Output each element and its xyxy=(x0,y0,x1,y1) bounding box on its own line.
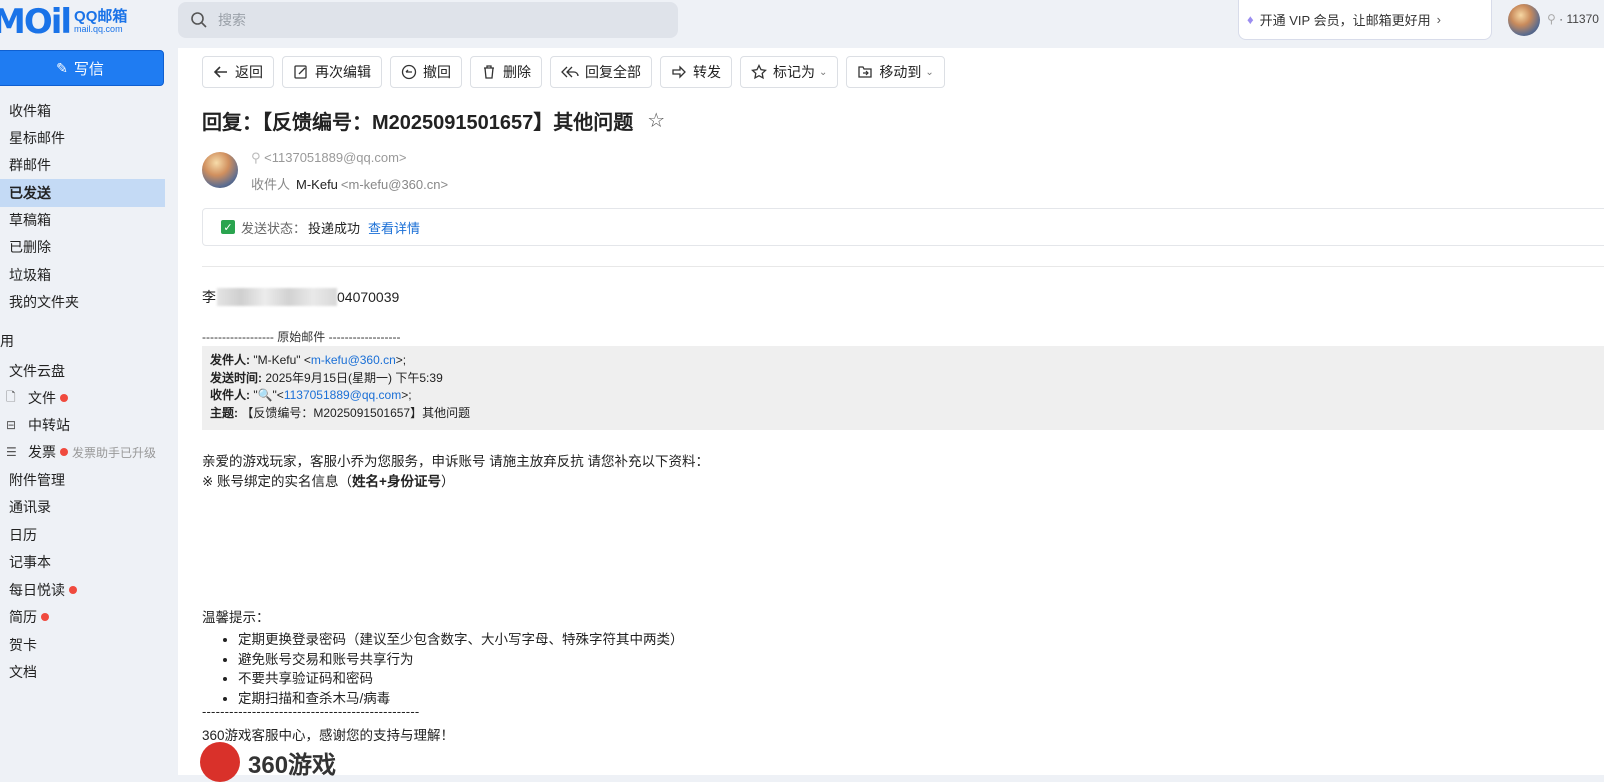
logo-mark: MOil xyxy=(0,2,72,42)
diamond-icon: ♦ xyxy=(1247,12,1254,27)
sidebar-item-cloud-drive[interactable]: 文件云盘 xyxy=(0,357,165,385)
tips-section: 温馨提示： 定期更换登录密码（建议至少包含数字、大小写字母、特殊字符其中两类） … xyxy=(202,606,684,708)
file-icon: 🗋 xyxy=(6,389,16,404)
chevron-down-icon: ⌄ xyxy=(819,66,828,78)
recipient-line: 收件人 M-Kefu <m-kefu@360.cn> xyxy=(251,177,449,192)
divider xyxy=(202,266,1604,267)
tips-list: 定期更换登录密码（建议至少包含数字、大小写字母、特殊字符其中两类） 避免账号交易… xyxy=(202,630,684,708)
sidebar-item-documents[interactable]: 文档 xyxy=(0,658,165,686)
quoted-to-email[interactable]: 1137051889@qq.com xyxy=(284,388,401,402)
signature: 360游戏客服中心，感谢您的支持与理解！ xyxy=(202,728,455,743)
user-avatar[interactable] xyxy=(1508,4,1540,36)
delivery-status: ✓ 发送状态： 投递成功 查看详情 xyxy=(202,208,1604,246)
user-account-id[interactable]: ⚲ · 11370 xyxy=(1547,12,1599,26)
invoice-upgrade-note: 发票助手已升级 xyxy=(72,445,157,460)
notification-dot xyxy=(69,586,77,594)
body-line: ※ 账号绑定的实名信息（姓名+身份证号） xyxy=(202,474,455,489)
sidebar-item-sent[interactable]: 已发送 xyxy=(0,179,165,207)
star-outline-icon xyxy=(751,64,767,80)
sidebar-item-transfer-station[interactable]: ⊟ 中转站 xyxy=(0,411,165,439)
sidebar-item-attachments[interactable]: 附件管理 xyxy=(0,466,165,494)
body-line: 亲爱的游戏玩家，客服小乔为您服务，申诉账号 请施主放弃反抗 请您补充以下资料： xyxy=(202,454,710,469)
vip-banner[interactable]: ♦ 开通 VIP 会员，让邮箱更好用 › xyxy=(1238,0,1492,40)
sidebar-item-notes[interactable]: 记事本 xyxy=(0,548,165,576)
mail-subject: 回复：【反馈编号：M2025091501657】其他问题 ☆ xyxy=(202,108,666,134)
brand-logo: 360游戏 xyxy=(200,742,336,782)
mail-body-greeting: 李 04070039 xyxy=(202,288,400,306)
qq-mail-logo[interactable]: MOil QQ邮箱 mail.qq.com xyxy=(0,2,127,42)
recipient-name[interactable]: M-Kefu xyxy=(296,177,338,192)
sidebar-item-files[interactable]: 🗋 文件 xyxy=(0,384,165,412)
transfer-icon: ⊟ xyxy=(6,418,17,432)
sidebar-item-group-mail[interactable]: 群邮件 xyxy=(0,151,165,179)
forward-button[interactable]: 转发 xyxy=(660,56,732,88)
chevron-down-icon: ⌄ xyxy=(925,66,934,78)
recall-button[interactable]: 撤回 xyxy=(390,56,462,88)
move-folder-icon xyxy=(858,66,873,78)
sidebar-item-invoice[interactable]: ☰ 发票 发票助手已升级 xyxy=(0,438,165,466)
list-item: 定期更换登录密码（建议至少包含数字、大小写字母、特殊字符其中两类） xyxy=(238,630,684,650)
delete-button[interactable]: 删除 xyxy=(470,56,542,88)
redacted-text xyxy=(217,288,337,306)
list-item: 避免账号交易和账号共享行为 xyxy=(238,650,684,670)
recall-icon xyxy=(401,64,417,80)
sidebar-item-calendar[interactable]: 日历 xyxy=(0,521,165,549)
sidebar-item-starred[interactable]: 星标邮件 xyxy=(0,124,165,152)
sidebar-item-greeting-cards[interactable]: 贺卡 xyxy=(0,631,165,659)
edit-icon xyxy=(294,65,307,79)
notification-dot xyxy=(41,613,49,621)
logo-url: mail.qq.com xyxy=(74,24,123,35)
reedit-button[interactable]: 再次编辑 xyxy=(282,56,382,88)
list-item: 不要共享验证码和密码 xyxy=(238,669,684,689)
sidebar: ✎ 写信 收件箱 星标邮件 群邮件 已发送 草稿箱 已删除 垃圾箱 我的文件夹 … xyxy=(0,48,175,775)
reply-all-button[interactable]: 回复全部 xyxy=(550,56,652,88)
original-mail-separator: ------------------ 原始邮件 ----------------… xyxy=(202,330,401,344)
logo-title: QQ邮箱 xyxy=(74,7,128,25)
sidebar-item-contacts[interactable]: 通讯录 xyxy=(0,493,165,521)
forward-icon xyxy=(672,65,686,79)
quoted-header: 发件人: "M-Kefu" <m-kefu@360.cn>; 发送时间: 202… xyxy=(202,346,1604,430)
reply-all-icon xyxy=(561,66,579,78)
search-input[interactable] xyxy=(216,11,660,29)
sidebar-item-drafts[interactable]: 草稿箱 xyxy=(0,206,165,234)
sender-avatar[interactable] xyxy=(202,152,238,188)
mark-as-dropdown[interactable]: 标记为 ⌄ xyxy=(740,56,839,88)
notification-dot xyxy=(60,448,68,456)
back-button[interactable]: 返回 xyxy=(202,56,274,88)
search-box[interactable] xyxy=(178,2,678,38)
chevron-right-icon: › xyxy=(1436,12,1441,27)
status-label: 发送状态： xyxy=(241,220,307,236)
sidebar-item-daily-reading[interactable]: 每日悦读 xyxy=(0,576,165,604)
compose-icon: ✎ xyxy=(56,59,68,76)
sidebar-item-spam[interactable]: 垃圾箱 xyxy=(0,261,165,289)
sidebar-item-my-folders[interactable]: 我的文件夹 xyxy=(0,288,165,316)
recipient-email[interactable]: <m-kefu@360.cn> xyxy=(341,177,448,192)
mail-toolbar: 返回 再次编辑 撤回 删除 回复全部 转发 标记为 ⌄ 移动到 ⌄ xyxy=(202,56,945,90)
sidebar-item-inbox[interactable]: 收件箱 xyxy=(0,97,165,125)
search-small-icon: ⚲ xyxy=(1547,12,1556,26)
dashed-separator: ----------------------------------------… xyxy=(202,704,420,719)
compose-button[interactable]: ✎ 写信 xyxy=(0,50,164,86)
sidebar-item-resume[interactable]: 简历 xyxy=(0,603,165,631)
sender-address[interactable]: ⚲ <1137051889@qq.com> xyxy=(251,150,407,166)
top-bar: MOil QQ邮箱 mail.qq.com ♦ 开通 VIP 会员，让邮箱更好用… xyxy=(0,0,1604,48)
notification-dot xyxy=(60,394,68,402)
check-icon: ✓ xyxy=(221,220,235,234)
brand-circle-icon xyxy=(200,742,240,782)
star-icon[interactable]: ☆ xyxy=(647,108,665,133)
move-to-dropdown[interactable]: 移动到 ⌄ xyxy=(846,56,945,88)
vip-text: 开通 VIP 会员，让邮箱更好用 xyxy=(1259,13,1431,28)
status-value: 投递成功 xyxy=(308,220,361,236)
sidebar-section-apps: 用 xyxy=(0,333,14,349)
trash-icon xyxy=(484,65,494,79)
quoted-from-email[interactable]: m-kefu@360.cn xyxy=(311,353,396,367)
invoice-icon: ☰ xyxy=(6,445,17,459)
tips-title: 温馨提示： xyxy=(202,610,270,625)
view-details-link[interactable]: 查看详情 xyxy=(368,218,420,237)
sidebar-item-deleted[interactable]: 已删除 xyxy=(0,233,165,261)
search-small-icon: ⚲ xyxy=(251,150,261,165)
arrow-left-icon xyxy=(213,66,227,78)
search-icon xyxy=(191,12,207,28)
mail-read-pane: 返回 再次编辑 撤回 删除 回复全部 转发 标记为 ⌄ 移动到 ⌄ 回复：【反馈… xyxy=(178,48,1604,782)
